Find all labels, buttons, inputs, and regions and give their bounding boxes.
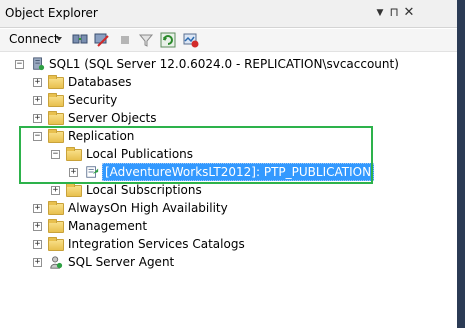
folder-icon: [48, 219, 64, 233]
tree-node-sql-agent[interactable]: + SQL Server Agent: [0, 253, 457, 271]
tree-node-alwayson[interactable]: + AlwaysOn High Availability: [0, 199, 457, 217]
window-title: Object Explorer: [5, 6, 98, 20]
folder-icon: [66, 183, 82, 197]
window-position-dropdown-icon[interactable]: ▼: [373, 8, 387, 18]
folder-icon: [48, 93, 64, 107]
collapse-icon[interactable]: −: [15, 60, 24, 69]
folder-icon: [48, 111, 64, 125]
expand-icon[interactable]: +: [33, 222, 42, 231]
highlight-box: [19, 126, 373, 184]
filter-icon[interactable]: [138, 32, 154, 48]
tree-node-security[interactable]: + Security: [0, 91, 457, 109]
pin-icon[interactable]: ⊓: [387, 5, 401, 19]
close-icon[interactable]: ✕: [402, 5, 416, 20]
folder-icon: [48, 201, 64, 215]
tree-node-label: AlwaysOn High Availability: [68, 201, 228, 215]
connect-dropdown-icon[interactable]: [56, 37, 62, 41]
tree-node-label: Databases: [68, 75, 132, 89]
toolbar: Connect: [0, 29, 457, 52]
tree-node-management[interactable]: + Management: [0, 217, 457, 235]
refresh-icon[interactable]: [160, 32, 176, 48]
expand-icon[interactable]: +: [51, 186, 60, 195]
activity-monitor-icon[interactable]: [183, 32, 199, 48]
tree-node-label: Server Objects: [68, 111, 157, 125]
expand-icon[interactable]: +: [33, 78, 42, 87]
folder-icon: [48, 75, 64, 89]
connect-button[interactable]: Connect: [9, 32, 59, 46]
folder-icon: [48, 237, 64, 251]
expand-icon[interactable]: +: [33, 258, 42, 267]
connect-server-icon[interactable]: [72, 32, 88, 48]
disconnect-server-icon[interactable]: [93, 32, 109, 48]
object-explorer-window: Object Explorer ▼ ⊓ ✕ Connect − SQL1 (SQ…: [0, 0, 465, 328]
tree-node-label: Security: [68, 93, 118, 107]
expand-icon[interactable]: +: [33, 240, 42, 249]
tree-node-label: Integration Services Catalogs: [68, 237, 245, 251]
tree-node-label: SQL1 (SQL Server 12.0.6024.0 - REPLICATI…: [49, 57, 399, 71]
stop-icon[interactable]: [117, 32, 133, 48]
expand-icon[interactable]: +: [33, 114, 42, 123]
sql-agent-icon: [50, 256, 63, 269]
server-icon: [33, 57, 45, 71]
object-explorer-tree: − SQL1 (SQL Server 12.0.6024.0 - REPLICA…: [0, 53, 457, 328]
expand-icon[interactable]: +: [33, 204, 42, 213]
tree-node-label: SQL Server Agent: [68, 255, 175, 269]
tree-node-server[interactable]: − SQL1 (SQL Server 12.0.6024.0 - REPLICA…: [0, 55, 457, 73]
tree-node-server-objects[interactable]: + Server Objects: [0, 109, 457, 127]
tree-node-integration-services[interactable]: + Integration Services Catalogs: [0, 235, 457, 253]
expand-icon[interactable]: +: [33, 96, 42, 105]
tree-node-label: Management: [68, 219, 148, 233]
tree-node-databases[interactable]: + Databases: [0, 73, 457, 91]
title-bar: Object Explorer ▼ ⊓ ✕: [0, 0, 457, 28]
